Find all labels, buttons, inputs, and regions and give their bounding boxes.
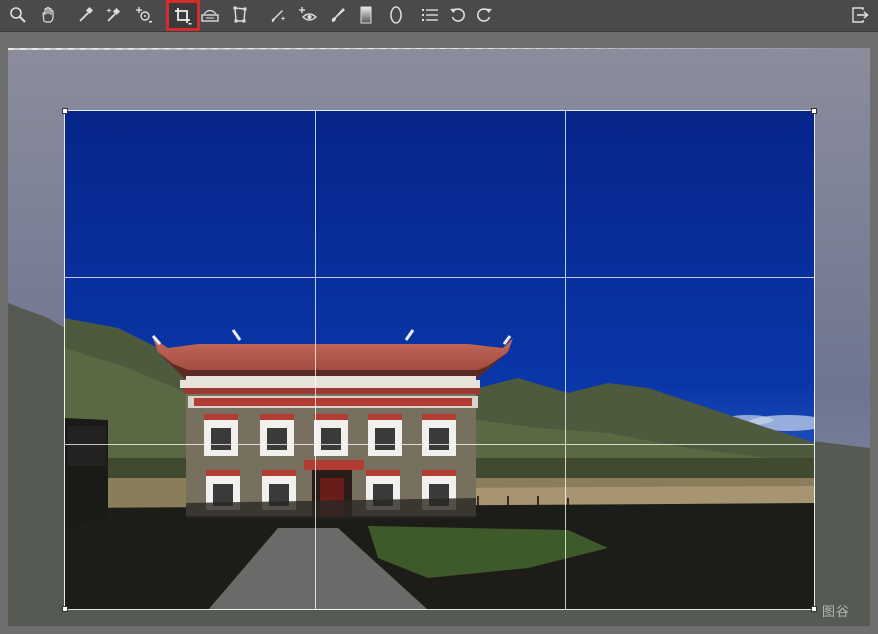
crop-tool[interactable] (166, 0, 200, 31)
target-plus-icon (136, 7, 152, 23)
rotate-ccw-icon (450, 8, 465, 22)
crop-icon (175, 7, 192, 24)
hand-tool[interactable] (36, 3, 60, 27)
red-eye-tool[interactable] (296, 3, 320, 27)
level-icon (201, 9, 219, 22)
grid-line-vertical (565, 111, 566, 609)
adjustment-brush-tool[interactable] (326, 3, 350, 27)
grid-line-horizontal (65, 444, 814, 445)
rotate-right-tool[interactable] (472, 3, 496, 27)
export-tool[interactable] (848, 3, 872, 27)
transparent-canvas: 图谷 (8, 48, 870, 626)
crop-handle-top-right[interactable] (811, 108, 817, 114)
preferences-tool[interactable] (418, 3, 442, 27)
color-sampler-tool[interactable] (132, 3, 156, 27)
hand-icon (42, 6, 54, 23)
graduated-filter-tool[interactable] (354, 3, 378, 27)
watermark: 图谷 (821, 605, 850, 620)
rotate-cw-icon (477, 8, 492, 22)
zoom-tool[interactable] (6, 3, 30, 27)
straighten-tool[interactable] (198, 3, 222, 27)
list-icon (422, 9, 438, 21)
transform-tool[interactable] (228, 3, 252, 27)
gradient-rect-icon (360, 6, 372, 24)
export-icon (852, 7, 869, 23)
image-viewer[interactable]: 图谷 (0, 32, 878, 634)
eyedropper-icon (79, 6, 94, 22)
radial-filter-tool[interactable] (384, 3, 408, 27)
crop-handle-bottom-right[interactable] (811, 606, 817, 612)
crop-handle-bottom-left[interactable] (62, 606, 68, 612)
rotate-left-tool[interactable] (446, 3, 470, 27)
transform-icon (233, 6, 247, 23)
toolbar (0, 0, 878, 32)
paintbrush-icon (331, 8, 345, 22)
eye-plus-icon (299, 7, 318, 21)
white-balance-picker-tool[interactable] (102, 3, 126, 27)
grid-line-horizontal (65, 277, 814, 278)
brush-sparkle-icon (271, 10, 286, 22)
spot-removal-tool[interactable] (266, 3, 290, 27)
sparkle-eyedropper-icon (106, 7, 121, 22)
crop-handle-top-left[interactable] (62, 108, 68, 114)
color-picker-tool[interactable] (74, 3, 98, 27)
ellipse-icon (390, 6, 402, 24)
crop-overlay[interactable] (62, 108, 817, 612)
grid-line-vertical (315, 111, 316, 609)
magnifier-icon (10, 7, 26, 23)
